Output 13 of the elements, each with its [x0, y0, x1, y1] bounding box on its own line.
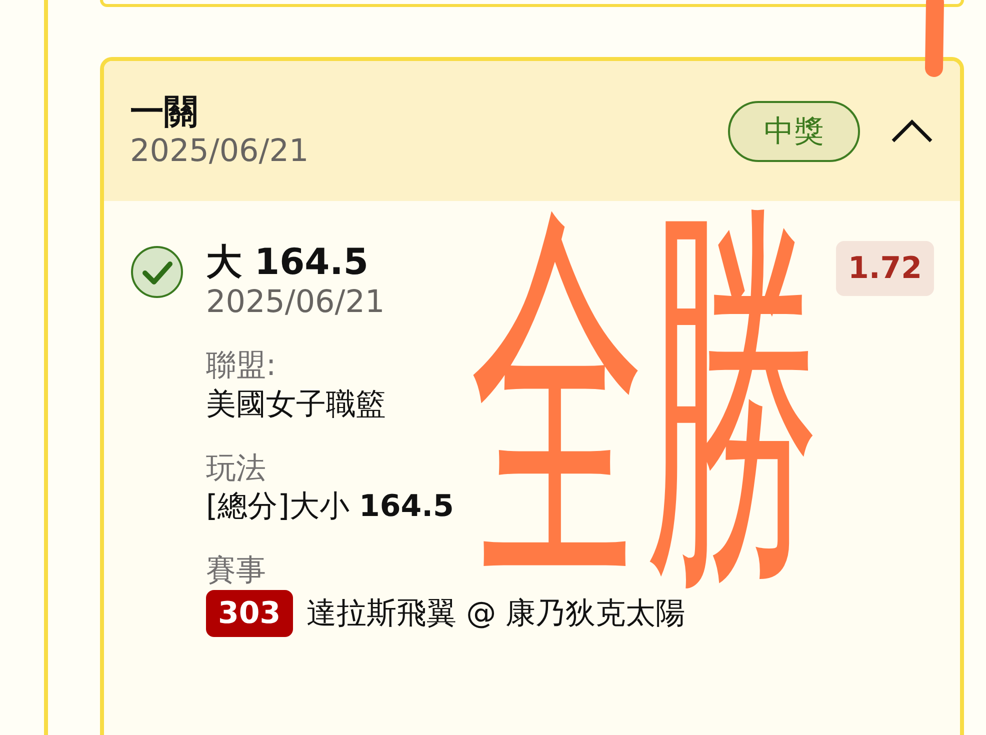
ticket-title: 一關 — [130, 92, 199, 133]
bet-date: 2025/06/21 — [206, 284, 386, 322]
ticket-date: 2025/06/21 — [130, 132, 310, 170]
field-label: 玩法 — [206, 450, 267, 488]
field-value: 美國女子職籃 — [206, 386, 386, 424]
event-code: 303 — [206, 590, 293, 637]
status-badge: 中獎 — [728, 100, 860, 162]
field-value: [總分]大小 164.5 — [206, 488, 454, 526]
odds-badge: 1.72 — [836, 241, 934, 296]
field-label: 賽事 — [206, 552, 267, 590]
bet-selection: 大 164.5 — [206, 241, 370, 284]
chevron-up-icon[interactable] — [890, 117, 934, 145]
field-label: 聯盟: — [206, 347, 278, 385]
